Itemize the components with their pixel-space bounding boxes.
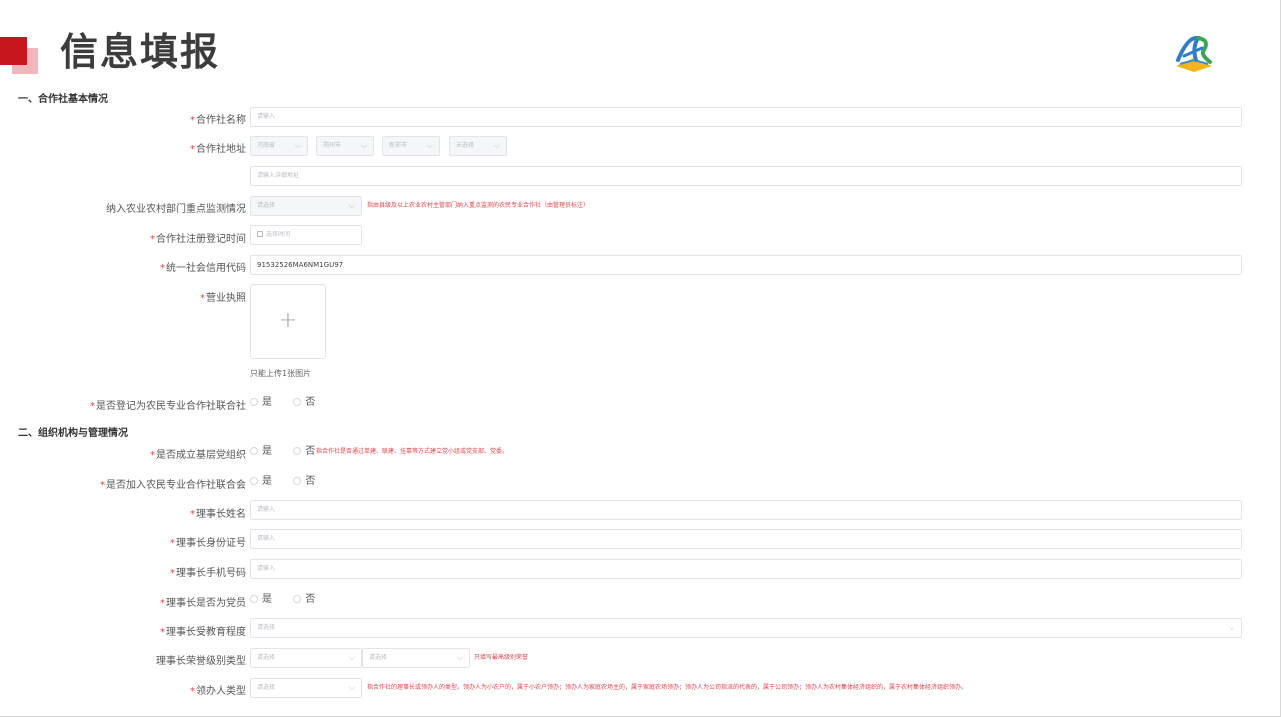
chair-name-input[interactable]: 请输入: [250, 500, 1242, 520]
credit-code-input[interactable]: 91532526MA6NM1GU97: [250, 255, 1242, 275]
honor-type-select[interactable]: 请选择 ⌵: [362, 648, 470, 668]
chair-name-label: *理事长姓名: [190, 509, 246, 520]
leader-type-select[interactable]: 请选择 ⌵: [250, 678, 362, 698]
province-select[interactable]: 河南省 ⌵: [250, 136, 308, 156]
party-org-hint: 指合作社是否通过单建、联建、挂靠等方式建立党小组或党支部、党委。: [316, 448, 509, 455]
honor-hint: 只填写最高级别荣誉: [474, 654, 529, 661]
agri-logo-icon: [1176, 35, 1212, 72]
reg-time-label: *合作社注册登记时间: [150, 234, 246, 245]
license-upload[interactable]: +: [250, 284, 326, 359]
credit-code-label: *统一社会信用代码: [160, 263, 246, 274]
join-union-radio-group: 是 否: [250, 472, 333, 492]
upload-tip: 只能上传1张图片: [250, 369, 312, 378]
county-select[interactable]: 新郑市 ⌵: [382, 136, 440, 156]
chair-id-label: *理事长身份证号: [170, 538, 246, 549]
calendar-icon: [257, 231, 263, 237]
chevron-down-icon: ⌵: [1228, 623, 1235, 632]
coop-name-label: *合作社名称: [190, 115, 246, 126]
honor-level-select[interactable]: 请选择 ⌵: [250, 648, 362, 668]
chair-phone-label: *理事长手机号码: [170, 568, 246, 579]
town-select[interactable]: 未选择 ⌵: [449, 136, 507, 156]
radio-yes[interactable]: 是: [250, 472, 272, 492]
license-label: *营业执照: [200, 293, 246, 304]
radio-no[interactable]: 否: [293, 393, 315, 413]
chevron-down-icon: ⌵: [348, 201, 355, 210]
chair-phone-input[interactable]: 请输入: [250, 559, 1242, 579]
chair-edu-label: *理事长受教育程度: [160, 627, 246, 638]
leader-type-hint: 指合作社的理事长或领办人的类型。领办人为小农户的，属于小农户领办；领办人为家庭农…: [367, 684, 968, 691]
chair-party-radio-group: 是 否: [250, 590, 333, 610]
coop-name-input[interactable]: 请输入: [250, 107, 1242, 127]
city-select[interactable]: 郑州市 ⌵: [316, 136, 374, 156]
chevron-down-icon: ⌵: [426, 141, 433, 150]
party-org-label: *是否成立基层党组织: [150, 450, 246, 461]
chair-honor-label: 理事长荣誉级别类型: [156, 656, 246, 667]
title-accent-mark: [0, 37, 27, 65]
chevron-down-icon: ⌵: [493, 141, 500, 150]
chair-id-input[interactable]: 请输入: [250, 529, 1242, 549]
section-basic-info-title: 一、合作社基本情况: [18, 94, 108, 105]
radio-no[interactable]: 否: [293, 442, 315, 462]
reg-time-picker[interactable]: 选择时间: [250, 225, 362, 245]
chair-edu-select[interactable]: 请选择 ⌵: [250, 618, 1242, 638]
chevron-down-icon: ⌵: [294, 141, 301, 150]
chevron-down-icon: ⌵: [348, 653, 355, 662]
radio-no[interactable]: 否: [293, 472, 315, 492]
leader-type-label: *领办人类型: [190, 686, 246, 697]
monitoring-select[interactable]: 请选择 ⌵: [250, 196, 362, 216]
coop-address-label: *合作社地址: [190, 144, 246, 155]
monitoring-hint: 指由县级及以上农业农村主管部门纳入重点监测的农民专业合作社（由管理员标注）: [367, 202, 590, 209]
monitoring-label: 纳入农业农村部门重点监测情况: [106, 204, 246, 215]
chevron-down-icon: ⌵: [348, 683, 355, 692]
page-title: 信息填报: [60, 30, 221, 74]
party-org-radio-group: 是 否: [250, 442, 321, 462]
join-union-label: *是否加入农民专业合作社联合会: [100, 480, 246, 491]
address-detail-input[interactable]: 请输入详细地址: [250, 166, 1242, 186]
plus-icon: +: [278, 308, 298, 333]
radio-no[interactable]: 否: [293, 590, 315, 610]
chevron-down-icon: ⌵: [456, 653, 463, 662]
radio-yes[interactable]: 是: [250, 590, 272, 610]
radio-yes[interactable]: 是: [250, 393, 272, 413]
chevron-down-icon: ⌵: [360, 141, 367, 150]
section-org-title: 二、组织机构与管理情况: [18, 428, 128, 439]
is-union-radio-group: 是 否: [250, 393, 333, 413]
radio-yes[interactable]: 是: [250, 442, 272, 462]
chair-party-label: *理事长是否为党员: [160, 598, 246, 609]
is-union-label: *是否登记为农民专业合作社联合社: [90, 401, 246, 412]
